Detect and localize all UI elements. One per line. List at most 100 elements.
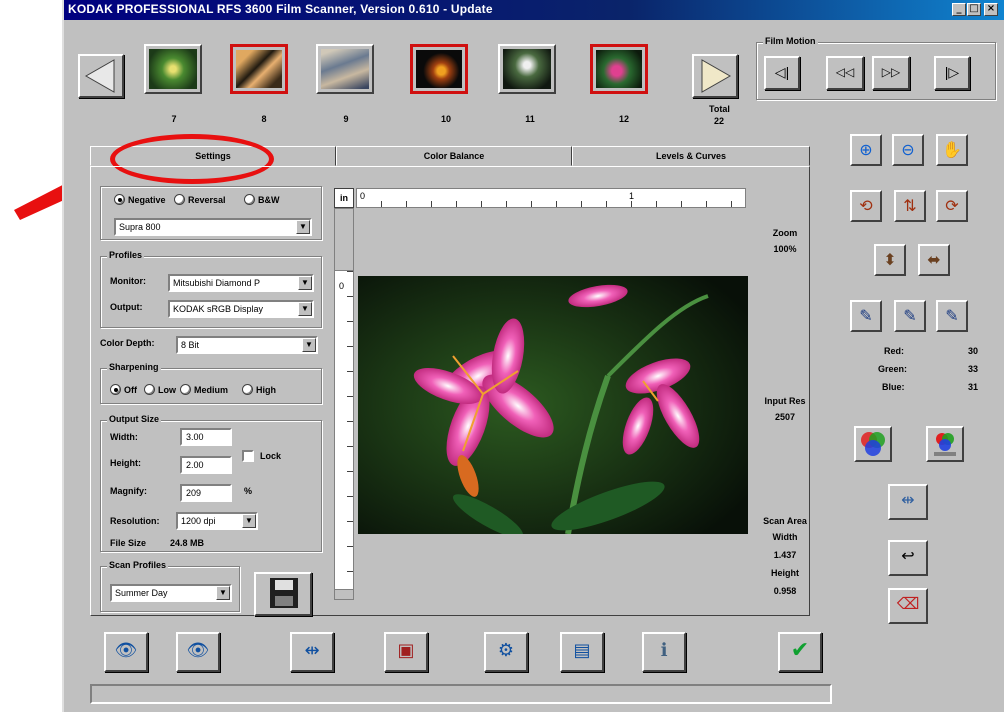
output-label: Output:: [110, 302, 143, 312]
scan-area-label: Scan Area: [763, 516, 807, 526]
resolution-label: Resolution:: [110, 516, 160, 526]
color-balance-auto-icon[interactable]: [926, 426, 964, 462]
film-fast-forward-button[interactable]: ▷▷: [872, 56, 910, 90]
resolution-select[interactable]: 1200 dpi ▼: [176, 512, 258, 530]
info-button[interactable]: ℹ: [642, 632, 686, 672]
crop-split-icon[interactable]: ⇹: [888, 484, 928, 520]
scan-profile-select[interactable]: Summer Day ▼: [110, 584, 232, 602]
rotate-right-icon[interactable]: ⟳: [936, 190, 968, 222]
batch-scan-button[interactable]: ▤: [560, 632, 604, 672]
ok-button[interactable]: ✔: [778, 632, 822, 672]
preview-strip-button[interactable]: 👁: [176, 632, 220, 672]
chevron-down-icon: ▼: [298, 276, 312, 290]
hand-icon[interactable]: ✋: [936, 134, 968, 166]
close-button[interactable]: ×: [984, 3, 998, 16]
color-depth-select[interactable]: 8 Bit ▼: [176, 336, 318, 354]
total-value: 22: [714, 116, 725, 126]
thumbnail-10[interactable]: [410, 44, 468, 94]
tab-levels-curves[interactable]: Levels & Curves: [572, 146, 810, 166]
chevron-down-icon: ▼: [242, 514, 256, 528]
vertical-ruler-scale: 0: [334, 270, 354, 590]
bw-label: B&W: [258, 195, 280, 205]
rotate-180-icon[interactable]: ⇅: [894, 190, 926, 222]
floppy-disk-icon: [270, 578, 298, 608]
scan-preview-image[interactable]: [358, 276, 748, 534]
file-size-value: 24.8 MB: [170, 538, 205, 548]
minimize-button[interactable]: _: [952, 3, 966, 16]
green-label: Green:: [878, 364, 908, 374]
lily-photo: [358, 276, 748, 534]
sharpening-off-label: Off: [124, 385, 137, 395]
thumbnail-number-8: 8: [261, 114, 267, 124]
thumbnail-7[interactable]: [144, 44, 202, 94]
output-size-title: Output Size: [107, 414, 161, 424]
green-value: 33: [968, 364, 979, 374]
color-depth-label: Color Depth:: [100, 338, 155, 348]
bw-radio[interactable]: [244, 194, 255, 205]
blue-label: Blue:: [882, 382, 905, 392]
thumbnail-9[interactable]: [316, 44, 374, 94]
gray-eyedropper-icon[interactable]: ✎: [894, 300, 926, 332]
zoom-in-icon[interactable]: ⊕: [850, 134, 882, 166]
scan-image-button[interactable]: ▣: [384, 632, 428, 672]
rotate-left-icon[interactable]: ⟲: [850, 190, 882, 222]
reversal-label: Reversal: [188, 195, 226, 205]
crop-button[interactable]: ⇹: [290, 632, 334, 672]
scan-profiles-title: Scan Profiles: [107, 560, 169, 570]
ruler-mark-0: 0: [360, 191, 366, 201]
scan-height-label: Height: [771, 568, 799, 578]
calibrate-button[interactable]: ⚙: [484, 632, 528, 672]
window-title: KODAK PROFESSIONAL RFS 3600 Film Scanner…: [68, 2, 493, 16]
thumbnail-number-7: 7: [171, 114, 177, 124]
film-step-back-button[interactable]: ◁|: [764, 56, 800, 90]
ruler-mark-1: 1: [629, 191, 635, 201]
filmstrip-next-button[interactable]: [692, 54, 738, 98]
white-eyedropper-icon[interactable]: ✎: [936, 300, 968, 332]
profiles-title: Profiles: [107, 250, 145, 260]
thumbnail-number-9: 9: [343, 114, 349, 124]
monitor-profile-select[interactable]: Mitsubishi Diamond P ▼: [168, 274, 314, 292]
undo-icon[interactable]: ↩: [888, 540, 928, 576]
reversal-radio[interactable]: [174, 194, 185, 205]
film-rewind-button[interactable]: ◁◁: [826, 56, 864, 90]
magnify-unit: %: [244, 486, 253, 496]
status-bar: [90, 684, 832, 704]
sharpening-medium-radio[interactable]: [180, 384, 191, 395]
zoom-out-icon[interactable]: ⊖: [892, 134, 924, 166]
preview-button[interactable]: 👁: [104, 632, 148, 672]
thumbnail-number-10: 10: [440, 114, 451, 124]
thumbnail-8[interactable]: [230, 44, 288, 94]
height-input[interactable]: 2.00: [180, 456, 232, 474]
ruler-unit-button[interactable]: in: [334, 188, 354, 208]
sharpening-off-radio[interactable]: [110, 384, 121, 395]
output-profile-select[interactable]: KODAK sRGB Display ▼: [168, 300, 314, 318]
width-label: Width:: [110, 432, 138, 442]
red-value: 30: [968, 346, 979, 356]
filmstrip-prev-button[interactable]: [78, 54, 124, 98]
lock-label: Lock: [260, 451, 282, 461]
input-res-label: Input Res: [764, 396, 806, 406]
flip-vertical-icon[interactable]: ⬍: [874, 244, 906, 276]
lock-checkbox[interactable]: [242, 450, 254, 462]
flip-horizontal-icon[interactable]: ⬌: [918, 244, 950, 276]
tab-color-balance[interactable]: Color Balance: [336, 146, 572, 166]
thumbnail-11[interactable]: [498, 44, 556, 94]
film-select[interactable]: Supra 800 ▼: [114, 218, 312, 236]
scan-height-value: 0.958: [773, 586, 797, 596]
sharpening-high-radio[interactable]: [242, 384, 253, 395]
magnify-input[interactable]: 209: [180, 484, 232, 502]
width-input[interactable]: 3.00: [180, 428, 232, 446]
negative-radio[interactable]: [114, 194, 125, 205]
negative-label: Negative: [128, 195, 166, 205]
color-circles-icon[interactable]: [854, 426, 892, 462]
thumbnail-12[interactable]: [590, 44, 648, 94]
chevron-down-icon: ▼: [296, 220, 310, 234]
sharpening-low-radio[interactable]: [144, 384, 155, 395]
black-eyedropper-icon[interactable]: ✎: [850, 300, 882, 332]
save-profile-button[interactable]: [254, 572, 312, 616]
film-step-forward-button[interactable]: |▷: [934, 56, 970, 90]
maximize-button[interactable]: □: [967, 3, 981, 16]
magnify-label: Magnify:: [110, 486, 147, 496]
rgb-circles-icon: [861, 432, 885, 456]
eraser-icon[interactable]: ⌫: [888, 588, 928, 624]
